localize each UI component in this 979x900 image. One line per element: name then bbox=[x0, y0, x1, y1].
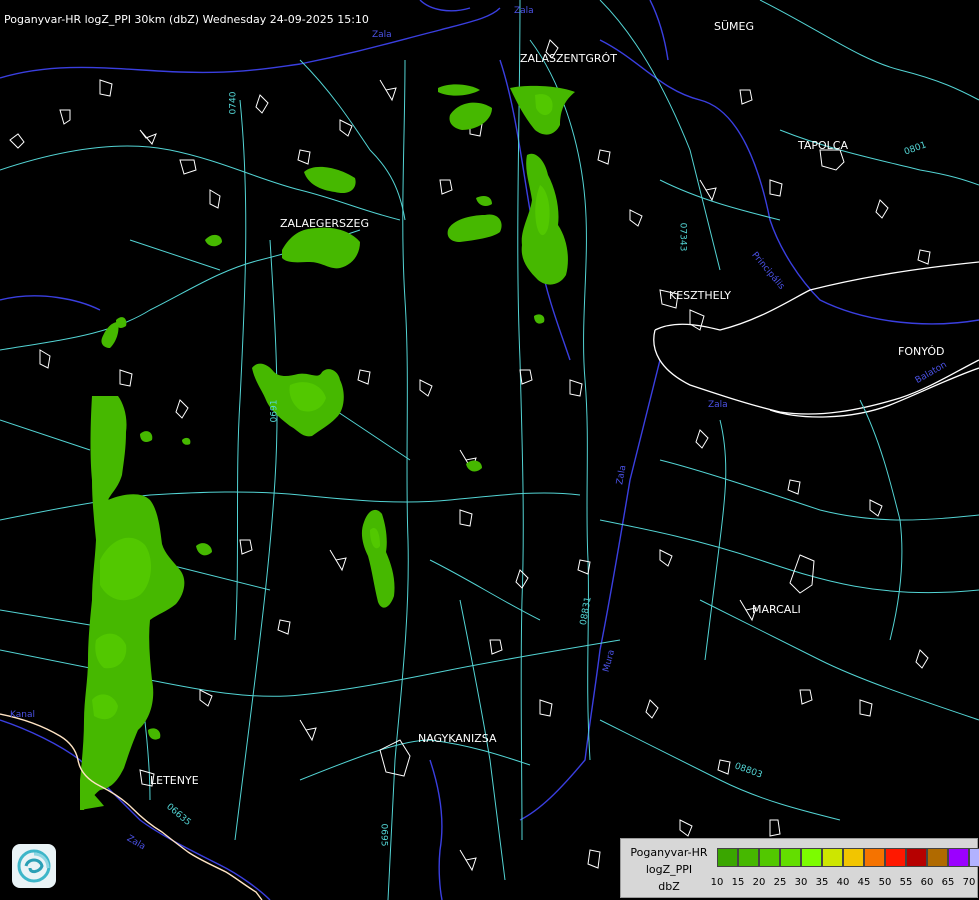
legend-swatch bbox=[927, 848, 948, 867]
road-label: 0691 bbox=[269, 399, 280, 423]
legend-swatch bbox=[780, 848, 801, 867]
river-label: Zala bbox=[372, 30, 392, 40]
legend-swatch bbox=[969, 848, 979, 867]
radar-title: Poganyvar-HR logZ_PPI 30km (dbZ) Wednesd… bbox=[4, 13, 369, 26]
legend-swatch bbox=[822, 848, 843, 867]
city-label-fonyod: FONYÓD bbox=[898, 345, 945, 358]
legend-swatch bbox=[864, 848, 885, 867]
settlement-boundaries bbox=[9, 39, 931, 872]
legend-title-line-3: dbZ bbox=[658, 880, 680, 893]
dbz-color-legend: Poganyvar-HR logZ_PPI dbZ 10 15 20 25 30 35 40… bbox=[620, 838, 979, 898]
city-label-zalaegerszeg: ZALAEGERSZEG bbox=[280, 217, 370, 230]
city-label-keszthely: KESZTHELY bbox=[669, 289, 732, 302]
legend-tick-label: 70 bbox=[962, 877, 976, 888]
river-label: Kanal bbox=[10, 710, 35, 720]
river-lines bbox=[0, 0, 979, 900]
city-label-tapolca: TAPOLCA bbox=[798, 139, 849, 152]
road-label: 0740 bbox=[228, 91, 239, 115]
legend-swatch bbox=[906, 848, 927, 867]
legend-swatch bbox=[759, 848, 780, 867]
legend-title-line-1: Poganyvar-HR bbox=[630, 846, 708, 859]
lake-balaton bbox=[653, 261, 979, 418]
legend-swatch bbox=[948, 848, 969, 867]
city-label-marcali: MARCALI bbox=[752, 603, 801, 616]
legend-title-line-2: logZ_PPI bbox=[645, 863, 693, 876]
legend-swatch bbox=[738, 848, 759, 867]
river-label: Zala bbox=[514, 6, 534, 16]
road-network bbox=[0, 0, 979, 900]
road-label: 0695 bbox=[378, 823, 389, 847]
road-label: 07343 bbox=[677, 222, 688, 252]
city-label-sumeg: SÜMEG bbox=[714, 20, 754, 33]
service-logo-icon bbox=[12, 844, 56, 888]
radar-map bbox=[0, 0, 979, 900]
river-label: Zala bbox=[708, 400, 728, 410]
legend-swatch bbox=[885, 848, 906, 867]
city-label-letenye: LETENYE bbox=[150, 774, 199, 787]
radar-echoes bbox=[80, 84, 575, 810]
legend-swatch bbox=[717, 848, 738, 867]
city-label-nagykanizsa: NAGYKANIZSA bbox=[418, 732, 497, 745]
legend-swatch bbox=[843, 848, 864, 867]
city-label-zalaszentgrot: ZALASZENTGRÓT bbox=[520, 52, 617, 65]
legend-swatch bbox=[801, 848, 822, 867]
